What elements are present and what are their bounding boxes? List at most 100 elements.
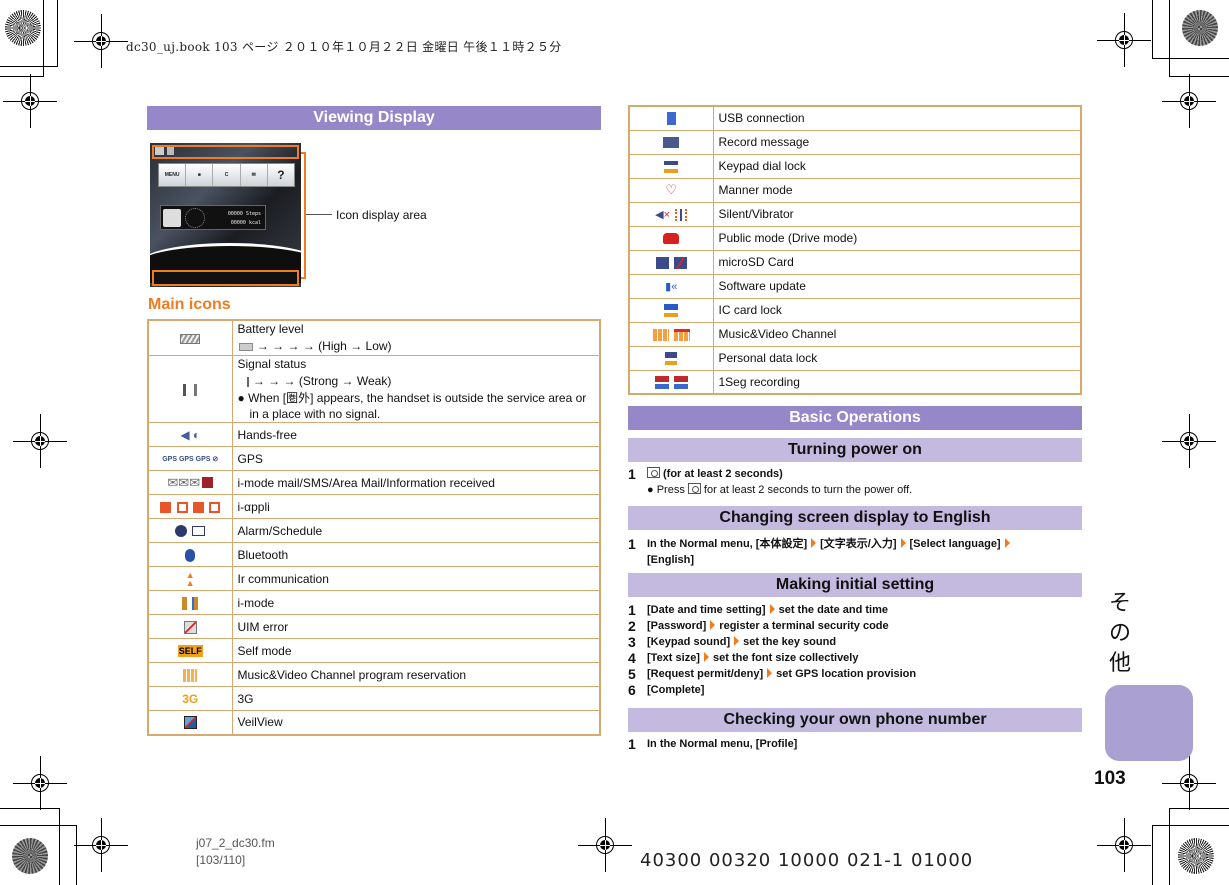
table-row: IC card lock <box>628 297 1082 323</box>
keypad-lock-icon <box>664 160 679 173</box>
battery-sequence: → → → → (High → Low) <box>256 339 392 353</box>
step-number: 4 <box>628 650 636 666</box>
row-label: UIM error <box>231 614 601 639</box>
uim-error-icon <box>183 620 197 634</box>
table-row: Record message <box>628 129 1082 155</box>
row-label: 3G <box>231 686 601 711</box>
arrow-right-icon <box>767 668 773 678</box>
usb-icon <box>666 112 676 126</box>
color-target-icon <box>1178 838 1214 874</box>
signal-icon <box>183 383 198 396</box>
step-text: set the key sound <box>743 636 837 648</box>
initial-setting-heading: Making initial setting <box>628 573 1082 597</box>
signal-sequence: → → → (Strong → Weak) <box>252 374 392 388</box>
public-mode-icon <box>663 233 680 245</box>
i-appli-icon <box>160 501 172 513</box>
row-label: Record message <box>712 129 1082 155</box>
step-text: [Date and time setting] <box>647 604 766 616</box>
step: 2 [Password] register a terminal security … <box>628 618 916 634</box>
bluetooth-icon <box>185 548 196 562</box>
main-icons-title: Main icons <box>148 296 231 313</box>
registration-mark-icon <box>578 818 632 872</box>
row-label: Bluetooth <box>231 542 601 567</box>
row-label: Manner mode <box>712 177 1082 203</box>
power-key-icon <box>687 483 701 494</box>
change-display-english-heading: Changing screen display to English <box>628 506 1082 530</box>
step-text: [Text size] <box>647 652 700 664</box>
step-number: 2 <box>628 618 636 634</box>
row-label: Music&Video Channel program reservation <box>231 662 601 687</box>
self-mode-icon: SELF <box>177 645 203 658</box>
arrow-right-icon <box>811 538 817 548</box>
step-text: [文字表示/入力] <box>820 538 897 550</box>
power-key-icon <box>647 467 660 478</box>
step-text: set GPS location provision <box>776 668 917 680</box>
registration-mark-icon <box>74 14 128 68</box>
phone-menu-bar: MENU ■ C ✉ ? <box>158 163 295 187</box>
manner-mode-icon: ♡ <box>665 182 678 197</box>
callout-bracket <box>304 153 306 278</box>
registration-mark-icon <box>1162 756 1216 810</box>
registration-mark-icon <box>1162 74 1216 128</box>
page-number: 103 <box>1094 768 1126 789</box>
3g-icon: 3G <box>182 691 199 706</box>
i-appli-icon <box>192 501 204 513</box>
silent-icon: ◀× <box>655 209 671 222</box>
step-number: 6 <box>628 682 636 698</box>
registration-mark-icon <box>1097 13 1151 67</box>
registration-mark-icon <box>13 756 67 810</box>
table-row: Music&Video Channel program reservation <box>147 662 601 687</box>
turning-power-on-heading: Turning power on <box>628 438 1082 462</box>
english-steps: 1 In the Normal menu, [本体設定] [文字表示/入力] [Se… <box>628 536 1082 568</box>
step: 1 (for at least 2 seconds) <box>628 466 783 482</box>
table-row: i-mode <box>147 590 601 615</box>
basic-operations-banner: Basic Operations <box>628 406 1082 430</box>
registration-mark-icon <box>3 74 57 128</box>
menu-item: C <box>213 164 241 186</box>
menu-item: ✉ <box>241 164 268 186</box>
ic-card-lock-icon <box>664 304 679 318</box>
table-row: 1Seg recording <box>628 369 1082 395</box>
arrow-right-icon <box>769 604 775 614</box>
initial-setting-steps: 1 [Date and time setting] set the date and… <box>628 602 916 698</box>
phone-widget: 00000 Steps 00000 kcal <box>160 205 266 230</box>
tab-char: そ <box>1108 590 1131 615</box>
signal-note: When [圏外] appears, the handset is outsid… <box>248 391 587 421</box>
step-text: [English] <box>647 554 695 566</box>
row-label: Music&Video Channel <box>712 321 1082 347</box>
step-text: [Request permit/deny] <box>647 668 764 680</box>
alarm-icon <box>175 525 188 538</box>
step-text: [Keypad sound] <box>647 636 731 648</box>
table-row: 3G 3G <box>147 686 601 711</box>
personal-data-lock-icon <box>665 352 678 366</box>
color-target-icon <box>12 838 48 874</box>
footer-pages: [103/110] <box>196 853 246 867</box>
main-icons-table: Battery level → → → → (High → Low) Signa… <box>147 319 601 736</box>
microsd-error-icon <box>673 256 687 269</box>
veilview-icon <box>183 716 197 730</box>
icon-display-area-bottom <box>152 270 299 286</box>
row-label: i-αppli <box>231 494 601 519</box>
callout-bracket <box>301 152 306 154</box>
battery-level-icon <box>238 342 253 351</box>
row-label: Software update <box>712 273 1082 299</box>
step: 6 [Complete] <box>628 682 916 698</box>
step: 1 In the Normal menu, [本体設定] [文字表示/入力] [Se… <box>628 536 1082 568</box>
table-row: Public mode (Drive mode) <box>628 225 1082 251</box>
kcal-counter: 00000 kcal <box>230 220 261 226</box>
tab-char: 他 <box>1108 650 1131 675</box>
row-label: i-mode mail/SMS/Area Mail/Information re… <box>231 470 601 495</box>
step-text: [Password] <box>647 620 707 632</box>
steps-counter: 00000 Steps <box>227 211 261 217</box>
step-text: [Complete] <box>647 684 705 696</box>
menu-item: MENU <box>159 164 187 186</box>
table-row: USB connection <box>628 105 1082 131</box>
table-row: ◀× Silent/Vibrator <box>628 201 1082 227</box>
information-icon <box>202 477 214 488</box>
more-icons-table: USB connection Record message Keypad dia… <box>628 105 1082 395</box>
i-appli-icon <box>176 501 188 513</box>
step: 3 [Keypad sound] set the key sound <box>628 634 916 650</box>
arrow-right-icon <box>734 636 740 646</box>
callout-label: Icon display area <box>336 208 427 222</box>
1seg-recording-icon <box>673 375 688 389</box>
